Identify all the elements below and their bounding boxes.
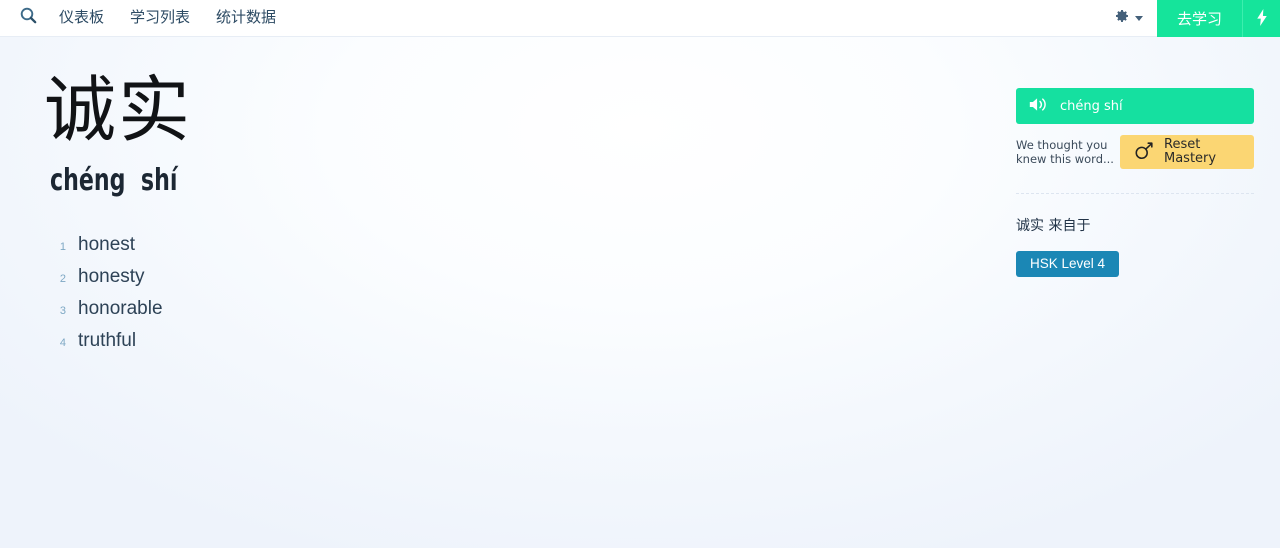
definition-text: honesty	[78, 266, 145, 287]
word-hanzi: 诚实	[44, 68, 193, 152]
audio-pinyin-label: chéng shí	[1060, 98, 1123, 114]
mastery-note-text: We thought you knew this word...	[1016, 138, 1114, 166]
definition-number: 3	[59, 305, 66, 317]
reset-mastery-label: Reset Mastery	[1164, 138, 1216, 166]
hsk-level-badge[interactable]: HSK Level 4	[1016, 251, 1120, 277]
top-navigation-bar: 仪表板 学习列表 统计数据 去学习	[0, 0, 1280, 37]
word-info-sidebar: chéng shí We thought you knew this word.…	[1016, 88, 1254, 277]
reset-mastery-button[interactable]: Reset Mastery	[1120, 135, 1254, 169]
definition-number: 1	[59, 241, 66, 253]
sidebar-divider	[1016, 193, 1254, 194]
chevron-down-icon	[1134, 16, 1143, 21]
go-study-button[interactable]: 去学习	[1156, 0, 1242, 37]
reset-label-line2: Mastery	[1164, 151, 1217, 166]
list-item: 4 truthful	[44, 330, 644, 362]
play-pronunciation-button[interactable]: chéng shí	[1016, 88, 1254, 124]
reset-mastery-icon	[1133, 141, 1155, 164]
definition-number: 2	[59, 273, 66, 285]
mastery-row: We thought you knew this word... Reset Ma…	[1016, 135, 1254, 169]
list-item: 1 honest	[44, 234, 644, 266]
lightning-bolt-icon	[1255, 8, 1269, 29]
definition-text: honorable	[78, 298, 163, 319]
definition-text: honest	[78, 234, 136, 255]
quick-action-bolt-button[interactable]	[1242, 0, 1280, 37]
nav-item-dashboard[interactable]: 仪表板	[46, 0, 117, 36]
search-button[interactable]	[0, 0, 46, 36]
definition-text: truthful	[78, 330, 137, 351]
nav-item-study-list[interactable]: 学习列表	[117, 0, 203, 36]
gear-icon	[1114, 8, 1130, 29]
list-item: 3 honorable	[44, 298, 644, 330]
definition-number: 4	[59, 337, 66, 349]
settings-menu-button[interactable]	[1104, 0, 1157, 37]
list-item: 2 honesty	[44, 266, 644, 298]
speaker-icon	[1028, 96, 1048, 116]
word-detail-column: 诚实 chéng shí 1 honest 2 honesty 3 honora…	[44, 74, 644, 362]
search-icon	[20, 7, 37, 29]
word-pinyin: chéng shí	[50, 163, 178, 198]
word-origin-label: 诚实 来自于	[1016, 218, 1091, 234]
reset-label-line1: Reset	[1164, 137, 1201, 152]
definition-list: 1 honest 2 honesty 3 honorable 4 truthfu…	[44, 234, 644, 362]
nav-left-group: 仪表板 学习列表 统计数据	[0, 0, 289, 36]
nav-right-group: 去学习	[1104, 0, 1280, 37]
nav-item-statistics[interactable]: 统计数据	[203, 0, 289, 36]
